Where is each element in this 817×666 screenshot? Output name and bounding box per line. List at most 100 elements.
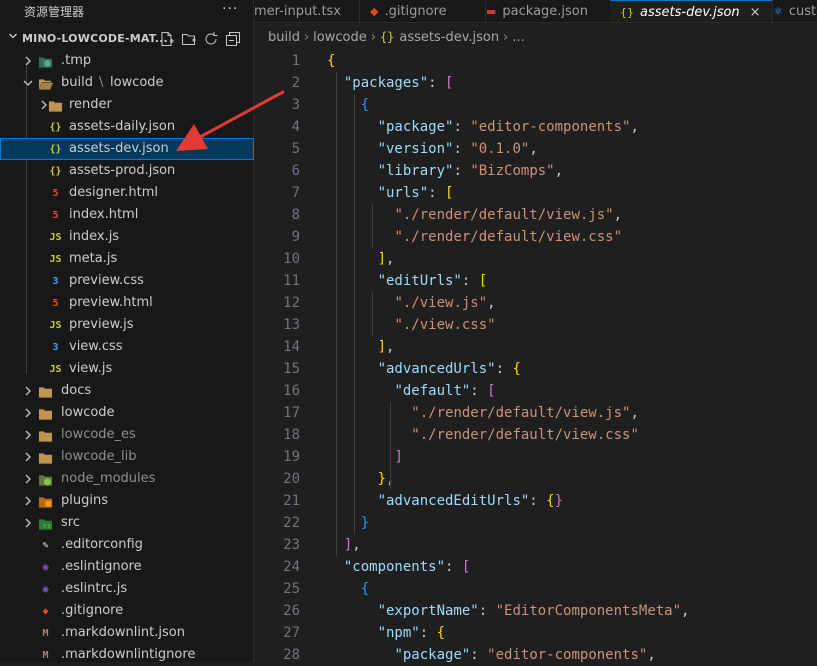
tree-item-view-css[interactable]: 3 view.css xyxy=(0,336,254,358)
tmp-folder-icon xyxy=(38,54,53,69)
new-file-icon[interactable] xyxy=(159,31,175,47)
breadcrumb-item-lowcode[interactable]: lowcode xyxy=(313,30,367,45)
tree-item-label: .markdownlint.json xyxy=(61,625,185,640)
folder-icon xyxy=(38,384,53,399)
code-line: 7 "urls": [ xyxy=(254,182,817,204)
code-text: } xyxy=(360,515,370,531)
editorconfig-icon: ✎ xyxy=(42,540,49,551)
css-icon: 3 xyxy=(52,276,59,287)
breadcrumb-item-file[interactable]: assets-dev.json xyxy=(399,30,499,45)
tree-item-label: .eslintrc.js xyxy=(61,581,128,596)
collapse-all-icon[interactable] xyxy=(225,31,241,47)
line-number: 18 xyxy=(283,427,300,443)
breadcrumb-item-build[interactable]: build xyxy=(268,30,300,45)
code-text: "advancedEditUrls": {} xyxy=(377,493,564,509)
tree-item-tmp[interactable]: .tmp xyxy=(0,50,254,72)
code-text: }, xyxy=(377,471,395,487)
folder-icon xyxy=(38,406,53,421)
tree-item-index-html[interactable]: 5 index.html xyxy=(0,204,254,226)
tree-item-build[interactable]: build \ lowcode xyxy=(0,72,254,94)
chevron-right-icon[interactable] xyxy=(23,452,33,462)
tree-item-markdownlint-json[interactable]: M .markdownlint.json xyxy=(0,622,254,644)
tree-item-gitignore[interactable]: ◆ .gitignore xyxy=(0,600,254,622)
tree-item-node-modules[interactable]: node_modules xyxy=(0,468,254,490)
code-text: "advancedUrls": { xyxy=(377,361,521,377)
tree-item-lowcode-es[interactable]: lowcode_es xyxy=(0,424,254,446)
code-editor[interactable]: 1{2 "packages": [3 {4 "package": "editor… xyxy=(254,50,817,662)
tree-item-eslintignore[interactable]: ◉ .eslintignore xyxy=(0,556,254,578)
chevron-down-icon[interactable] xyxy=(23,78,33,88)
code-text: { xyxy=(360,581,370,597)
tree-item-label-2: lowcode xyxy=(110,75,164,90)
indent-guide xyxy=(372,292,373,336)
code-line: 6 "library": "BizComps", xyxy=(254,160,817,182)
react-icon: ⚛ xyxy=(773,4,783,18)
tree-item-label: docs xyxy=(61,383,92,398)
chevron-right-icon[interactable] xyxy=(23,474,33,484)
tree-item-assets-prod-json[interactable]: {} assets-prod.json xyxy=(0,160,254,182)
more-actions-icon[interactable]: ··· xyxy=(222,1,238,17)
code-text: "default": [ xyxy=(394,383,496,399)
tree-item-render[interactable]: render xyxy=(0,94,254,116)
tree-item-eslintrc-js[interactable]: ◉ .eslintrc.js xyxy=(0,578,254,600)
tab-custo[interactable]: ⚛ custo xyxy=(763,0,817,22)
chevron-right-icon[interactable] xyxy=(23,496,33,506)
folder-open-icon xyxy=(38,76,53,91)
code-text: "./render/default/view.js", xyxy=(411,405,639,421)
tree-item-src[interactable]: src xyxy=(0,512,254,534)
tree-item-assets-daily-json[interactable]: {} assets-daily.json xyxy=(0,116,254,138)
chevron-right-icon[interactable] xyxy=(23,518,33,528)
code-text: "packages": [ xyxy=(343,75,454,91)
tree-item-lowcode-lib[interactable]: lowcode_lib xyxy=(0,446,254,468)
tree-item-label: view.css xyxy=(69,339,123,354)
node-folder-icon xyxy=(38,472,53,487)
tab-mer-input-tsx[interactable]: mer-input.tsx xyxy=(254,0,360,22)
markdownlint-icon: M xyxy=(42,650,49,661)
code-line: 17 "./render/default/view.js", xyxy=(254,402,817,424)
tree-item-index-js[interactable]: JS index.js xyxy=(0,226,254,248)
tree-item-preview-css[interactable]: 3 preview.css xyxy=(0,270,254,292)
workspace-root[interactable]: MINO-LOWCODE-MAT... xyxy=(0,28,254,50)
chevron-right-icon[interactable] xyxy=(23,408,33,418)
code-text: "exportName": "EditorComponentsMeta", xyxy=(377,603,690,619)
code-line: 4 "package": "editor-components", xyxy=(254,116,817,138)
chevron-right-icon[interactable] xyxy=(23,56,33,66)
npm-icon: ▬ xyxy=(486,4,497,18)
chevron-right-icon[interactable] xyxy=(23,430,33,440)
close-icon[interactable]: × xyxy=(750,5,761,20)
code-text: "package": "editor-components", xyxy=(394,647,656,662)
tree-item-preview-html[interactable]: 5 preview.html xyxy=(0,292,254,314)
line-number: 25 xyxy=(283,581,300,597)
tree-item-view-js[interactable]: JS view.js xyxy=(0,358,254,380)
tree-item-label: assets-daily.json xyxy=(69,119,176,134)
code-text: "npm": { xyxy=(377,625,446,641)
breadcrumb-item-symbols[interactable]: ... xyxy=(512,30,524,45)
html-icon: 5 xyxy=(52,188,59,199)
git-icon: ◆ xyxy=(42,606,49,617)
eslint-icon: ◉ xyxy=(42,584,49,595)
tab-label: .gitignore xyxy=(384,3,447,19)
tree-item-meta-js[interactable]: JS meta.js xyxy=(0,248,254,270)
new-folder-icon[interactable] xyxy=(181,31,197,47)
code-text: "./render/default/view.css" xyxy=(411,427,639,443)
tree-item-markdownlintignore[interactable]: M .markdownlintignore xyxy=(0,644,254,666)
tree-item-label: assets-dev.json xyxy=(69,141,169,156)
explorer-title: 资源管理器 xyxy=(24,4,85,19)
tree-item-preview-js[interactable]: JS preview.js xyxy=(0,314,254,336)
code-line: 1{ xyxy=(254,50,817,72)
tree-item-designer-html[interactable]: 5 designer.html xyxy=(0,182,254,204)
tree-item-lowcode[interactable]: lowcode xyxy=(0,402,254,424)
tab-gitignore[interactable]: ◆ .gitignore xyxy=(360,0,486,22)
line-number: 1 xyxy=(291,53,300,69)
json-icon: {} xyxy=(49,144,62,155)
refresh-icon[interactable] xyxy=(203,31,219,47)
tab-assets-dev-json[interactable]: {} assets-dev.json × xyxy=(610,0,773,22)
tree-item-plugins[interactable]: plugins xyxy=(0,490,254,512)
tree-item-docs[interactable]: docs xyxy=(0,380,254,402)
chevron-right-icon[interactable] xyxy=(23,386,33,396)
tree-item-assets-dev-json[interactable]: {} assets-dev.json xyxy=(0,138,254,160)
tab-package-json[interactable]: ▬ package.json xyxy=(476,0,620,22)
tree-item-editorconfig[interactable]: ✎ .editorconfig xyxy=(0,534,254,556)
tree-item-label: lowcode xyxy=(61,405,115,420)
code-text: ] xyxy=(394,449,403,465)
